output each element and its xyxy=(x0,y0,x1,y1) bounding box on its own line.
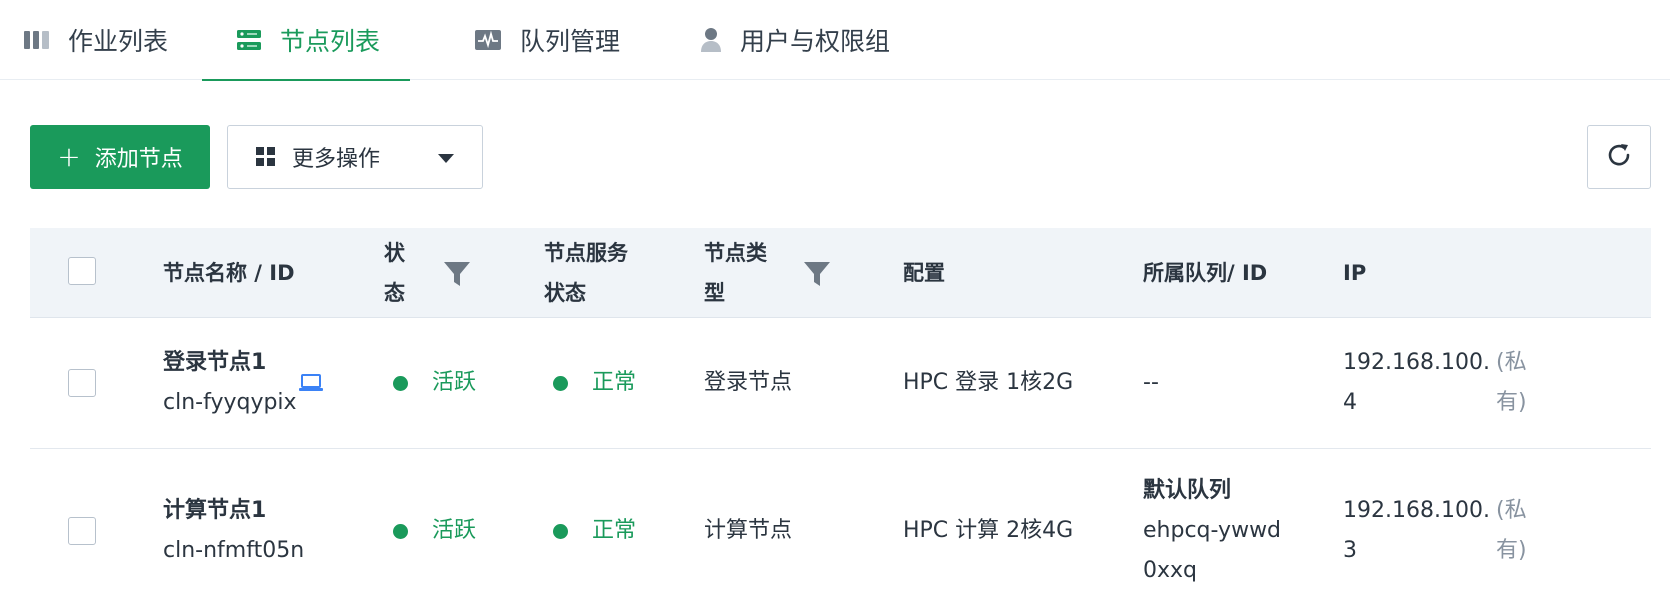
node-name[interactable]: 计算节点1 xyxy=(163,491,266,531)
header-ip: IP xyxy=(1343,261,1367,285)
server-icon xyxy=(236,28,262,52)
node-queue: -- xyxy=(1143,370,1159,395)
tab-job-list[interactable]: 作业列表 xyxy=(24,0,168,80)
header-node-name: 节点名称 / ID xyxy=(163,261,295,285)
monitor-pulse-icon xyxy=(474,29,502,51)
header-queue: 所属队列/ ID xyxy=(1143,261,1268,285)
node-ip: 192.168.100. 3 xyxy=(1343,498,1490,563)
user-icon xyxy=(700,27,722,53)
top-tab-bar: 作业列表 节点列表 队列管理 用户与权限组 xyxy=(0,0,1670,81)
status-filter-icon[interactable] xyxy=(443,261,471,291)
node-config: HPC 登录 1核2G xyxy=(903,370,1074,395)
ip-type-tag: (私 有) xyxy=(1496,350,1527,415)
status-dot xyxy=(393,523,408,539)
header-status: 状 态 xyxy=(384,241,405,305)
grid-icon xyxy=(256,147,276,167)
status-dot xyxy=(553,375,568,391)
refresh-icon xyxy=(1604,140,1634,174)
table-header: 节点名称 / ID 状 态 节点服务 状态 节点类 型 配置 所属队列/ ID … xyxy=(30,228,1651,318)
laptop-icon[interactable] xyxy=(298,373,324,397)
node-id: cln-fyyqypix xyxy=(163,390,297,415)
table-row: 登录节点1 cln-fyyqypix 活跃 正常 登录节点 HPC 登录 1核2… xyxy=(30,318,1651,449)
header-node-type: 节点类 型 xyxy=(704,241,767,305)
service-status-badge: 正常 xyxy=(553,511,636,551)
plus-icon: + xyxy=(57,140,81,173)
status-badge: 活跃 xyxy=(393,511,476,551)
tab-label: 作业列表 xyxy=(68,27,169,56)
status-dot xyxy=(553,523,568,539)
tab-users-permissions[interactable]: 用户与权限组 xyxy=(700,0,890,80)
row-checkbox[interactable] xyxy=(68,369,96,397)
row-checkbox[interactable] xyxy=(68,517,96,545)
ip-type-tag: (私 有) xyxy=(1496,498,1527,563)
select-all-checkbox[interactable] xyxy=(68,257,96,285)
status-badge: 活跃 xyxy=(393,363,476,403)
node-config: HPC 计算 2核4G xyxy=(903,518,1074,543)
table-row: 计算节点1 cln-nfmft05n 活跃 正常 计算节点 HPC 计算 2核4… xyxy=(30,449,1651,610)
node-name[interactable]: 登录节点1 xyxy=(163,343,266,383)
columns-icon xyxy=(24,29,50,51)
node-queue: 默认队列 ehpcq-ywwd 0xxq xyxy=(1143,478,1282,583)
status-dot xyxy=(393,375,408,391)
tab-label: 用户与权限组 xyxy=(740,27,891,56)
tab-label: 节点列表 xyxy=(280,27,381,56)
more-actions-dropdown[interactable]: 更多操作 xyxy=(227,125,483,189)
add-node-button[interactable]: + 添加节点 xyxy=(30,125,210,189)
node-type: 登录节点 xyxy=(704,370,793,395)
add-node-label: 添加节点 xyxy=(94,147,183,172)
type-filter-icon[interactable] xyxy=(803,261,831,291)
more-actions-label: 更多操作 xyxy=(292,147,381,172)
node-type: 计算节点 xyxy=(704,518,793,543)
header-config: 配置 xyxy=(903,261,945,285)
node-id: cln-nfmft05n xyxy=(163,538,305,563)
chevron-down-icon xyxy=(438,154,454,163)
header-service-status: 节点服务 状态 xyxy=(544,241,628,305)
tab-label: 队列管理 xyxy=(520,27,621,56)
refresh-button[interactable] xyxy=(1587,125,1651,189)
service-status-badge: 正常 xyxy=(553,363,636,403)
node-ip: 192.168.100. 4 xyxy=(1343,350,1490,415)
tab-node-list[interactable]: 节点列表 xyxy=(201,0,411,81)
tab-queue-management[interactable]: 队列管理 xyxy=(474,0,620,80)
